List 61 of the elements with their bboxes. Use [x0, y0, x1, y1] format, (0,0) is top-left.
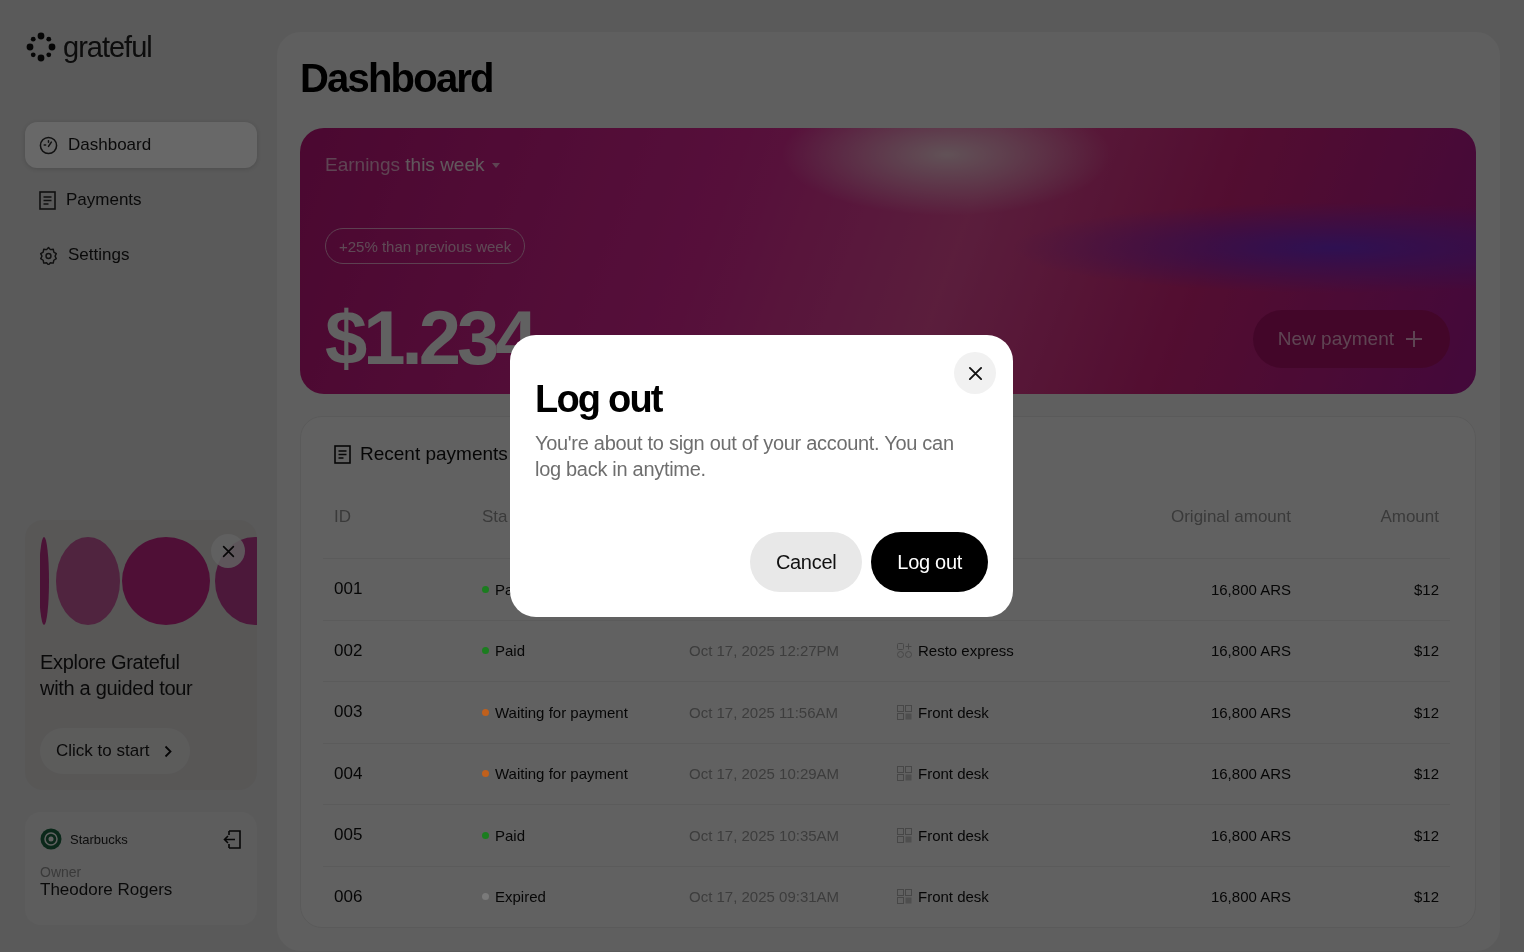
- gauge-icon: [39, 135, 58, 155]
- table-cell: 006: [334, 886, 363, 907]
- shapes-icon: [897, 643, 912, 659]
- brand-logo: grateful: [63, 30, 152, 64]
- chevron-right-icon: [163, 744, 172, 758]
- table-cell: 16,800 ARS: [1210, 580, 1291, 598]
- close-icon: [221, 544, 235, 558]
- source-text: Front desk: [918, 826, 989, 844]
- grid-icon: [897, 766, 912, 782]
- table-cell: 16,800 ARS: [1210, 642, 1291, 660]
- table-cell: $12: [1413, 580, 1439, 598]
- close-button[interactable]: [954, 352, 996, 394]
- nav-item[interactable]: Settings: [25, 232, 257, 278]
- logout-button[interactable]: Log out: [871, 532, 988, 592]
- status-text: Expired: [495, 888, 546, 906]
- table-cell: 16,800 ARS: [1210, 703, 1291, 721]
- tour-title: Explore Grateful with a guided tour: [40, 650, 194, 701]
- source-text: Front desk: [918, 888, 989, 906]
- caret-icon: [492, 162, 501, 168]
- table-cell: $12: [1413, 642, 1439, 660]
- settings-icon: [39, 245, 58, 265]
- table-cell: $12: [1413, 888, 1439, 906]
- table-cell: 005: [334, 825, 363, 846]
- table-cell: 002: [334, 640, 363, 661]
- table-cell: $12: [1413, 765, 1439, 783]
- table-cell: 004: [334, 763, 363, 784]
- business-name: Starbucks: [70, 831, 128, 847]
- table-cell: 16,800 ARS: [1210, 765, 1291, 783]
- grid-icon: [897, 827, 912, 843]
- document-icon: [334, 444, 351, 464]
- grid-icon: [897, 889, 912, 905]
- table-cell: 001: [334, 579, 363, 600]
- cancel-button[interactable]: Cancel: [749, 532, 863, 592]
- card-title: Recent payments: [360, 443, 508, 465]
- logout-button[interactable]: [223, 829, 241, 849]
- source-text: Front desk: [918, 765, 989, 783]
- logout-icon: [223, 829, 241, 849]
- nav-item[interactable]: Dashboard: [25, 122, 257, 168]
- table-cell: $12: [1413, 826, 1439, 844]
- table-cell: 16,800 ARS: [1210, 826, 1291, 844]
- logo-icon: [25, 31, 57, 63]
- plus-icon: [1406, 331, 1422, 347]
- start-tour-button[interactable]: Click to start: [40, 728, 190, 774]
- status-text: Paid: [495, 642, 526, 660]
- grid-icon: [897, 704, 912, 720]
- status-text: Waiting for payment: [495, 703, 628, 721]
- status-text: Waiting for payment: [495, 765, 628, 783]
- user-name: Theodore Rogers: [40, 880, 174, 900]
- dialog-message: You're about to sign out of your account. You can log back in anytime.: [535, 431, 955, 482]
- source-text: Front desk: [918, 703, 989, 721]
- table-cell: 16,800 ARS: [1210, 888, 1291, 906]
- status-text: Paid: [495, 826, 526, 844]
- close-icon: [967, 365, 983, 381]
- source-text: Resto express: [918, 642, 1014, 660]
- dialog-title: Log out: [535, 377, 664, 422]
- table-cell: 003: [334, 702, 363, 723]
- page-title: Dashboard: [300, 55, 494, 102]
- business-logo-icon: [40, 828, 62, 850]
- table-cell: $12: [1413, 703, 1439, 721]
- document-icon: [39, 190, 56, 210]
- nav-item[interactable]: Payments: [25, 177, 257, 223]
